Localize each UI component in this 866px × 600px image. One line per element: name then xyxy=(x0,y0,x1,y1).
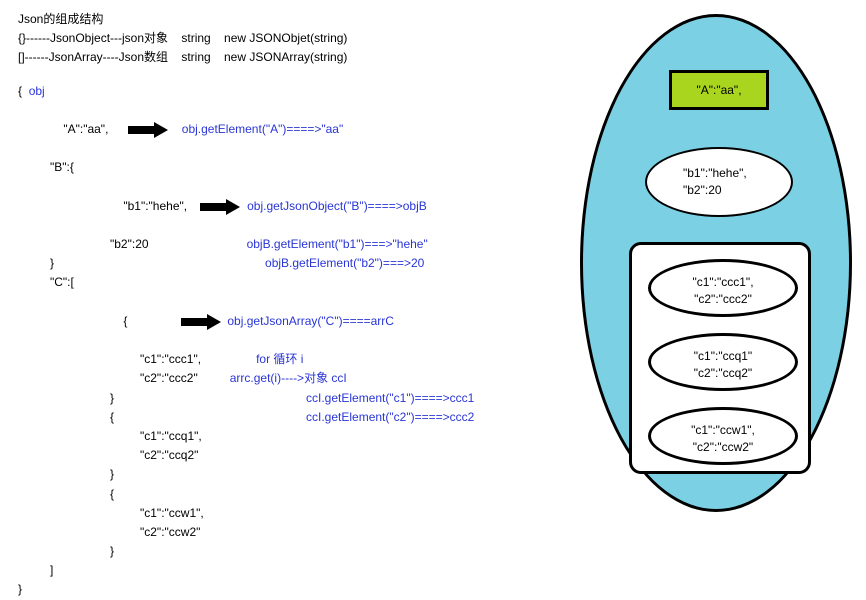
line-c2b: "c2":"ccq2" xyxy=(140,446,578,465)
brace-open: { obj xyxy=(18,82,578,101)
c-item-2: "c1":"ccq1" "c2":"ccq2" xyxy=(648,333,798,391)
c3-line2: "c2":"ccw2" xyxy=(651,439,795,456)
header-line-2: []------JsonArray----Json数组 string new J… xyxy=(18,48,578,67)
header-line-1: {}------JsonObject---json对象 string new J… xyxy=(18,29,578,48)
arrow-icon xyxy=(128,123,168,137)
header-title: Json的组成结构 xyxy=(18,10,578,29)
row-c1a: "c1":"ccc1", for 循环 i xyxy=(18,350,578,369)
outer-ellipse: "A":"aa", "b1":"hehe", "b2":20 "c1":"ccc… xyxy=(580,14,852,512)
line-b2: "b2":20 xyxy=(110,235,149,254)
line-item3-open: { xyxy=(110,485,578,504)
annot-c2: for 循环 i xyxy=(256,350,303,369)
b-line2: "b2":20 xyxy=(683,182,791,199)
annot-c5: ccI.getElement("c2")====>ccc2 xyxy=(306,408,474,427)
line-c1a: "c1":"ccc1", xyxy=(140,350,201,369)
arrow-icon xyxy=(181,315,221,329)
line-c2c: "c2":"ccw2" xyxy=(140,523,578,542)
line-c-close: ] xyxy=(50,561,578,580)
left-panel: Json的组成结构 {}------JsonObject---json对象 st… xyxy=(18,10,578,600)
line-item3-close: } xyxy=(110,542,578,561)
c1-line2: "c2":"ccc2" xyxy=(651,291,795,308)
a-box: "A":"aa", xyxy=(669,70,769,110)
annot-b2: objB.getElement("b1")===>"hehe" xyxy=(247,235,428,254)
row-c2a: "c2":"ccc2" arrc.get(i)---->对象 ccI xyxy=(18,369,578,388)
annot-c4: ccI.getElement("c1")====>ccc1 xyxy=(306,389,474,408)
brace-close: } xyxy=(18,580,578,599)
b-line1: "b1":"hehe", xyxy=(683,165,791,182)
c-item-3: "c1":"ccw1", "c2":"ccw2" xyxy=(648,407,798,465)
b-ellipse: "b1":"hehe", "b2":20 xyxy=(645,147,793,217)
line-b-close: } xyxy=(50,254,54,273)
line-c-open: "C":[ xyxy=(50,273,578,292)
arrow-icon xyxy=(200,200,240,214)
line-item1-close: } xyxy=(110,389,114,408)
line-b2-row: "b2":20 objB.getElement("b1")===>"hehe" xyxy=(18,235,578,254)
c-item-1: "c1":"ccc1", "c2":"ccc2" xyxy=(648,259,798,317)
c1-line1: "c1":"ccc1", xyxy=(651,274,795,291)
diagram-panel: "A":"aa", "b1":"hehe", "b2":20 "c1":"ccc… xyxy=(580,14,856,514)
c-container: "c1":"ccc1", "c2":"ccc2" "c1":"ccq1" "c2… xyxy=(629,242,811,474)
line-item2-close: } xyxy=(110,465,578,484)
line-item1-open: { obj.getJsonArray("C")====arrC xyxy=(110,293,578,351)
line-item2-open: { xyxy=(110,408,114,427)
annot-b3: objB.getElement("b2")===>20 xyxy=(265,254,424,273)
obj-label: obj xyxy=(29,84,45,98)
line-bclose-row: } objB.getElement("b2")===>20 xyxy=(18,254,578,273)
c2-line1: "c1":"ccq1" xyxy=(651,348,795,365)
annot-c1: obj.getJsonArray("C")====arrC xyxy=(227,314,394,328)
line-c2a: "c2":"ccc2" xyxy=(140,369,198,388)
row-item1-close: } ccI.getElement("c1")====>ccc1 xyxy=(18,389,578,408)
line-c1b: "c1":"ccq1", xyxy=(140,427,578,446)
c2-line2: "c2":"ccq2" xyxy=(651,365,795,382)
line-b-open: "B":{ xyxy=(50,158,578,177)
c3-line1: "c1":"ccw1", xyxy=(651,422,795,439)
annot-c3: arrc.get(i)---->对象 ccI xyxy=(230,369,347,388)
line-c1c: "c1":"ccw1", xyxy=(140,504,578,523)
row-item2-open: { ccI.getElement("c2")====>ccc2 xyxy=(18,408,578,427)
line-b1: "b1":"hehe", obj.getJsonObject("B")====>… xyxy=(110,178,578,236)
annot-b1: obj.getJsonObject("B")====>objB xyxy=(247,199,427,213)
line-a: "A":"aa", obj.getElement("A")====>"aa" xyxy=(50,101,578,159)
annot-a: obj.getElement("A")====>"aa" xyxy=(182,122,343,136)
